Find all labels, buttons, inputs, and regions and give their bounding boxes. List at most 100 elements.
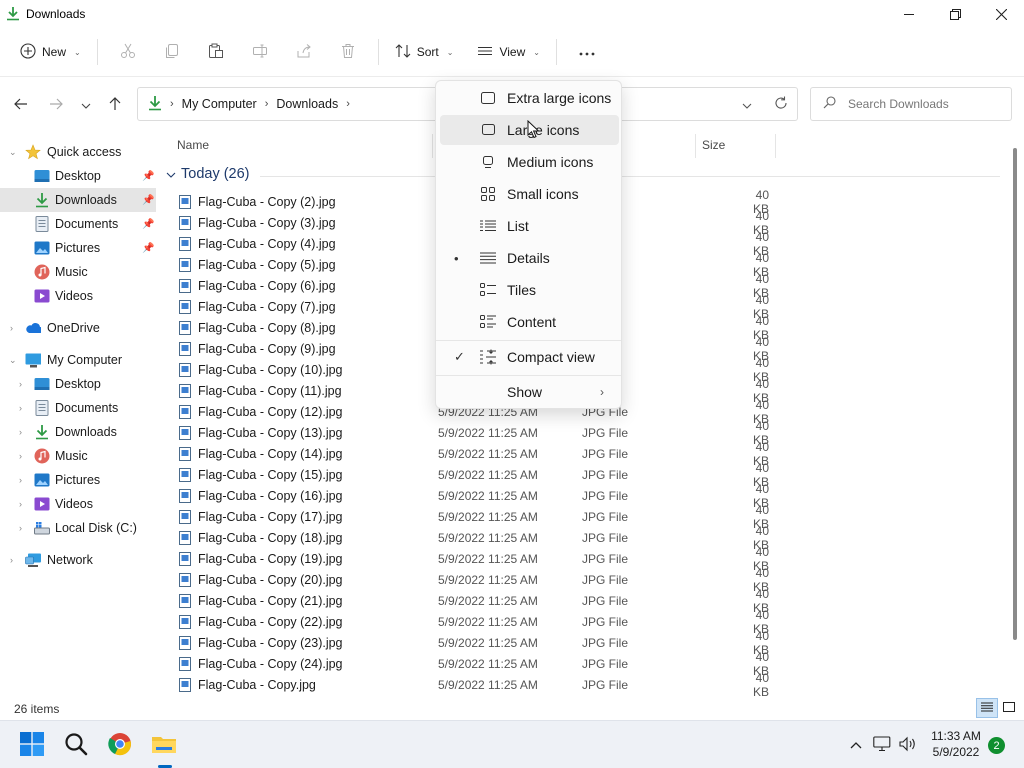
cut-button[interactable] bbox=[112, 36, 144, 68]
copy-button[interactable] bbox=[156, 36, 188, 68]
menu-item-details[interactable]: • Details bbox=[440, 243, 619, 273]
file-row[interactable]: Flag-Cuba - Copy (24).jpg 5/9/2022 11:25 … bbox=[178, 650, 978, 678]
breadcrumb-my-computer[interactable]: My Computer bbox=[182, 97, 257, 111]
column-header-name[interactable]: Name bbox=[177, 138, 209, 152]
paste-button[interactable] bbox=[200, 36, 232, 68]
menu-item-medium-icons[interactable]: Medium icons bbox=[440, 147, 619, 177]
star-icon bbox=[25, 144, 41, 160]
sidebar-item-label: Quick access bbox=[47, 145, 122, 159]
breadcrumb-separator-icon: › bbox=[170, 98, 174, 110]
vertical-scrollbar[interactable] bbox=[1013, 148, 1017, 640]
details-view-toggle[interactable] bbox=[976, 698, 998, 718]
taskbar-search-button[interactable] bbox=[60, 729, 92, 761]
file-type: JPG File bbox=[582, 635, 629, 650]
forward-button[interactable] bbox=[44, 93, 68, 117]
breadcrumb-downloads[interactable]: Downloads bbox=[276, 97, 338, 111]
column-header-size[interactable]: Size bbox=[702, 138, 725, 152]
pin-icon[interactable]: 📌 bbox=[142, 219, 154, 230]
close-button[interactable] bbox=[978, 0, 1024, 28]
sidebar-item-desktop[interactable]: Desktop 📌 bbox=[0, 164, 156, 188]
refresh-icon[interactable] bbox=[774, 96, 788, 113]
taskbar-clock[interactable]: 11:33 AM 5/9/2022 bbox=[926, 728, 986, 760]
file-row[interactable]: Flag-Cuba - Copy (16).jpg 5/9/2022 11:25 … bbox=[178, 482, 978, 510]
sidebar-item-network[interactable]: › Network bbox=[0, 548, 156, 572]
file-date: 5/9/2022 11:25 AM bbox=[438, 488, 538, 503]
sidebar-item-local-disk[interactable]: › Local Disk (C:) bbox=[0, 516, 156, 540]
sidebar-item-pc-desktop[interactable]: › Desktop bbox=[0, 372, 156, 396]
column-divider[interactable] bbox=[775, 134, 776, 158]
file-name: Flag-Cuba - Copy (11).jpg bbox=[198, 383, 342, 398]
recent-locations-button[interactable] bbox=[74, 93, 98, 117]
search-input[interactable]: Search Downloads bbox=[810, 87, 1012, 121]
more-options-button[interactable] bbox=[571, 36, 603, 68]
sort-button[interactable]: Sort ⌄ bbox=[387, 36, 462, 68]
volume-button[interactable] bbox=[892, 729, 924, 761]
file-row[interactable]: Flag-Cuba - Copy.jpg 5/9/2022 11:25 AM JPG… bbox=[178, 671, 978, 699]
menu-item-list[interactable]: List bbox=[440, 211, 619, 241]
sidebar-item-pictures[interactable]: Pictures 📌 bbox=[0, 236, 156, 260]
new-button[interactable]: New ⌄ bbox=[12, 36, 89, 68]
pin-icon[interactable]: 📌 bbox=[142, 195, 154, 206]
back-button[interactable] bbox=[9, 93, 33, 117]
pin-icon[interactable]: 📌 bbox=[142, 243, 154, 254]
sidebar-item-label: Documents bbox=[55, 217, 119, 231]
group-header-today[interactable]: Today (26) bbox=[166, 166, 250, 182]
address-history-chevron-icon[interactable] bbox=[742, 98, 752, 112]
file-type: JPG File bbox=[582, 446, 629, 461]
file-row[interactable]: Flag-Cuba - Copy (23).jpg 5/9/2022 11:25 … bbox=[178, 629, 978, 657]
file-row[interactable]: Flag-Cuba - Copy (21).jpg 5/9/2022 11:25 … bbox=[178, 587, 978, 615]
file-type: JPG File bbox=[582, 425, 629, 440]
sidebar-item-quick-access[interactable]: ⌄ Quick access bbox=[0, 140, 156, 164]
image-file-icon bbox=[178, 530, 192, 545]
file-explorer-app-button[interactable] bbox=[148, 729, 180, 761]
file-row[interactable]: Flag-Cuba - Copy (19).jpg 5/9/2022 11:25 … bbox=[178, 545, 978, 573]
column-divider[interactable] bbox=[432, 134, 433, 158]
sidebar-item-videos[interactable]: Videos bbox=[0, 284, 156, 308]
sidebar-item-pc-pictures[interactable]: › Pictures bbox=[0, 468, 156, 492]
minimize-button[interactable] bbox=[886, 0, 932, 28]
image-file-icon bbox=[178, 215, 192, 230]
menu-item-small-icons[interactable]: Small icons bbox=[440, 179, 619, 209]
thumbnail-view-toggle[interactable] bbox=[998, 698, 1020, 718]
file-row[interactable]: Flag-Cuba - Copy (13).jpg 5/9/2022 11:25 … bbox=[178, 419, 978, 447]
file-row[interactable]: Flag-Cuba - Copy (20).jpg 5/9/2022 11:25 … bbox=[178, 566, 978, 594]
view-button[interactable]: View ⌄ bbox=[469, 36, 548, 68]
sidebar-item-my-computer[interactable]: ⌄ My Computer bbox=[0, 348, 156, 372]
file-row[interactable]: Flag-Cuba - Copy (14).jpg 5/9/2022 11:25 … bbox=[178, 440, 978, 468]
menu-item-content[interactable]: Content bbox=[440, 307, 619, 337]
chrome-app-button[interactable] bbox=[104, 729, 136, 761]
file-row[interactable]: Flag-Cuba - Copy (18).jpg 5/9/2022 11:25 … bbox=[178, 524, 978, 552]
file-row[interactable]: Flag-Cuba - Copy (22).jpg 5/9/2022 11:25 … bbox=[178, 608, 978, 636]
pin-icon[interactable]: 📌 bbox=[142, 171, 154, 182]
sidebar-item-downloads[interactable]: Downloads 📌 bbox=[0, 188, 156, 212]
sidebar-item-pc-music[interactable]: › Music bbox=[0, 444, 156, 468]
sidebar-item-pc-videos[interactable]: › Videos bbox=[0, 492, 156, 516]
sort-label: Sort bbox=[416, 45, 439, 59]
sidebar-item-pc-downloads[interactable]: › Downloads bbox=[0, 420, 156, 444]
column-divider[interactable] bbox=[695, 134, 696, 158]
restore-button[interactable] bbox=[932, 0, 978, 28]
notification-badge[interactable]: 2 bbox=[988, 737, 1005, 754]
menu-item-extra-large-icons[interactable]: Extra large icons bbox=[440, 83, 619, 113]
windows-logo-icon bbox=[20, 731, 44, 759]
sidebar-item-pc-documents[interactable]: › Documents bbox=[0, 396, 156, 420]
share-button[interactable] bbox=[288, 36, 320, 68]
sidebar-item-onedrive[interactable]: › OneDrive bbox=[0, 316, 156, 340]
file-row[interactable]: Flag-Cuba - Copy (15).jpg 5/9/2022 11:25 … bbox=[178, 461, 978, 489]
menu-item-tiles[interactable]: Tiles bbox=[440, 275, 619, 305]
sidebar-item-label: My Computer bbox=[47, 353, 123, 367]
menu-item-compact-view[interactable]: ✓ Compact view bbox=[440, 342, 619, 372]
start-button[interactable] bbox=[16, 729, 48, 761]
image-file-icon bbox=[178, 614, 192, 629]
delete-button[interactable] bbox=[332, 36, 364, 68]
sidebar-item-documents[interactable]: Documents 📌 bbox=[0, 212, 156, 236]
plus-circle-icon bbox=[20, 42, 36, 62]
file-name: Flag-Cuba - Copy (16).jpg bbox=[198, 488, 343, 503]
sidebar-item-label: Downloads bbox=[55, 425, 117, 439]
sidebar-item-music[interactable]: Music bbox=[0, 260, 156, 284]
file-row[interactable]: Flag-Cuba - Copy (17).jpg 5/9/2022 11:25 … bbox=[178, 503, 978, 531]
sidebar-item-label: Network bbox=[47, 553, 93, 567]
menu-item-show[interactable]: Show › bbox=[440, 377, 619, 407]
rename-button[interactable] bbox=[244, 36, 276, 68]
up-button[interactable] bbox=[103, 93, 127, 117]
